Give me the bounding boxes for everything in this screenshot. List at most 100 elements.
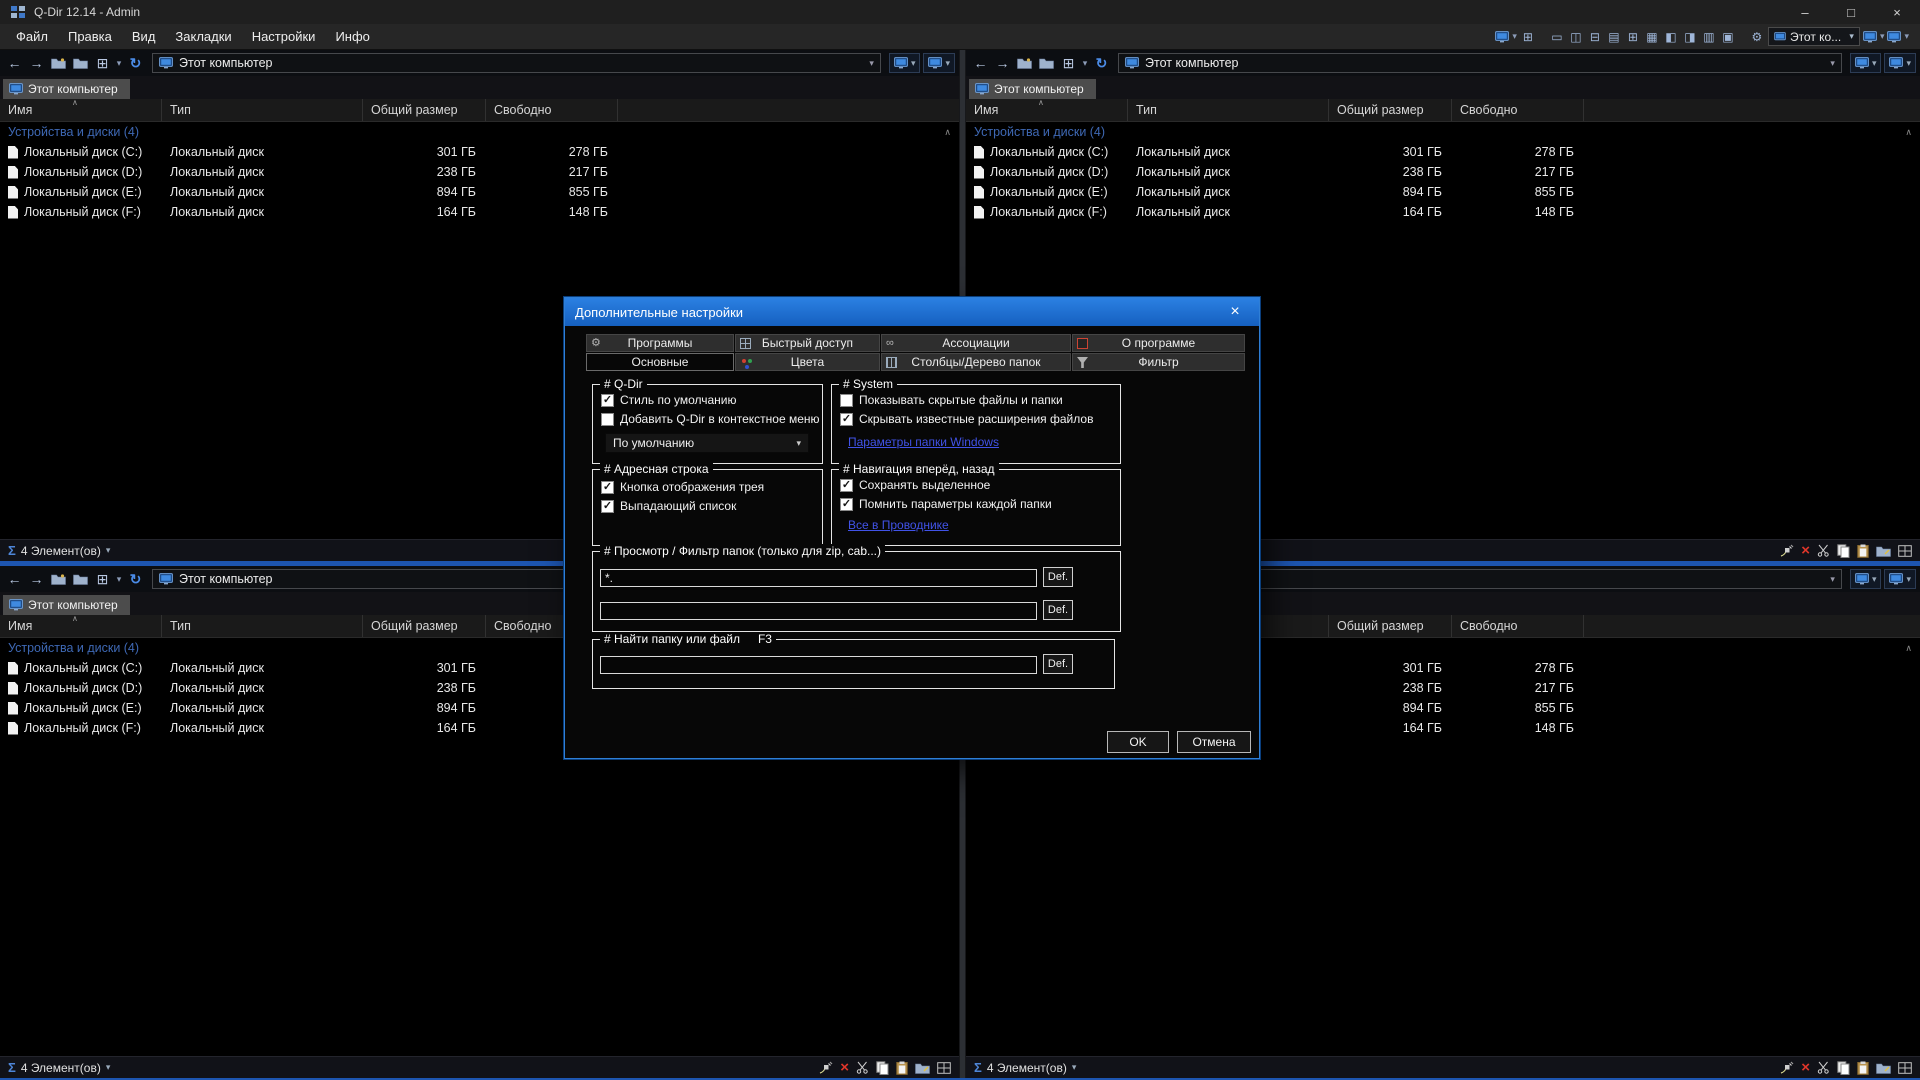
sum-icon[interactable]: Σ <box>8 1060 16 1075</box>
tab-colors[interactable]: Цвета <box>735 353 880 371</box>
favorites-folder-icon[interactable] <box>48 569 69 589</box>
copy-icon[interactable] <box>1837 544 1850 558</box>
address-dropdown-icon[interactable]: ▾ <box>1830 574 1835 585</box>
column-header-size[interactable]: Общий размер <box>363 99 486 121</box>
column-header-type[interactable]: Тип <box>1128 99 1329 121</box>
column-header-size[interactable]: Общий размер <box>363 615 486 637</box>
minimize-button[interactable]: – <box>1782 0 1828 24</box>
copy-icon[interactable] <box>876 1061 889 1075</box>
checkbox-checked-icon[interactable]: ✓ <box>840 498 853 511</box>
layout-grid-icon[interactable] <box>1898 1062 1912 1074</box>
drive-row[interactable]: Локальный диск (C:) Локальный диск 301 Г… <box>0 142 959 162</box>
layout-grid-icon[interactable] <box>937 1062 951 1074</box>
tab-filter[interactable]: Фильтр <box>1072 353 1245 371</box>
cut-icon[interactable] <box>856 1061 869 1074</box>
paste-icon[interactable] <box>1857 544 1869 558</box>
pane-view-button[interactable]: ▾ <box>1850 569 1882 589</box>
tab-programs[interactable]: ⚙Программы <box>586 334 734 352</box>
find-input[interactable] <box>600 656 1037 674</box>
checkbox-unchecked-icon[interactable] <box>840 394 853 407</box>
checkbox-remember-folder-params[interactable]: ✓ Помнить параметры каждой папки <box>840 497 1052 511</box>
refresh-icon[interactable]: ↻ <box>1091 53 1112 73</box>
chevron-down-icon[interactable]: ▾ <box>945 58 950 69</box>
address-bar[interactable]: Этот компьютер ▾ <box>152 53 881 73</box>
column-header-size[interactable]: Общий размер <box>1329 99 1452 121</box>
chevron-down-icon[interactable]: ▾ <box>1880 31 1885 42</box>
group-header-devices[interactable]: Устройства и диски (4) ∧ <box>966 122 1920 142</box>
drive-row[interactable]: Локальный диск (D:) Локальный диск 238 Г… <box>0 162 959 182</box>
menu-file[interactable]: Файл <box>6 26 58 47</box>
drive-row[interactable]: Локальный диск (D:) Локальный диск 238 Г… <box>966 162 1920 182</box>
chevron-down-icon[interactable]: ▾ <box>1849 31 1854 42</box>
cancel-button[interactable]: Отмена <box>1177 731 1251 753</box>
layout-rows-icon[interactable]: ▤ <box>1606 31 1622 43</box>
back-icon[interactable]: ← <box>4 53 25 73</box>
drive-row[interactable]: Локальный диск (C:) Локальный диск 301 Г… <box>966 142 1920 162</box>
checkbox-checked-icon[interactable]: ✓ <box>840 479 853 492</box>
address-dropdown-icon[interactable]: ▾ <box>869 58 874 69</box>
checkbox-default-style[interactable]: ✓ Стиль по умолчанию <box>601 393 736 407</box>
tab-this-computer[interactable]: Этот компьютер <box>969 79 1096 99</box>
folder-view-combo[interactable]: Этот ко... ▾ <box>1768 27 1860 46</box>
column-header-name[interactable]: Имя∧ <box>966 99 1128 121</box>
paste-icon[interactable] <box>1857 1061 1869 1075</box>
explorer-link[interactable]: Все в Проводнике <box>848 518 949 532</box>
delete-icon[interactable]: × <box>1801 543 1810 558</box>
status-dropdown-icon[interactable]: ▾ <box>106 545 111 556</box>
back-icon[interactable]: ← <box>970 53 991 73</box>
layout-grid-icon[interactable]: ▦ <box>1644 31 1660 43</box>
sum-icon[interactable]: Σ <box>8 543 16 558</box>
menu-info[interactable]: Инфо <box>325 26 379 47</box>
layout-quad-icon[interactable]: ⊞ <box>1625 31 1641 43</box>
ok-button[interactable]: OK <box>1107 731 1169 753</box>
tab-associations[interactable]: ∞Ассоциации <box>881 334 1071 352</box>
menu-settings[interactable]: Настройки <box>242 26 326 47</box>
chevron-down-icon[interactable]: ▾ <box>1906 574 1911 585</box>
drive-row[interactable]: Локальный диск (F:) Локальный диск 164 Г… <box>966 202 1920 222</box>
view-mode-icon[interactable]: ⊞ <box>92 53 113 73</box>
back-icon[interactable]: ← <box>4 569 25 589</box>
status-dropdown-icon[interactable]: ▾ <box>1072 1062 1077 1073</box>
checkbox-checked-icon[interactable]: ✓ <box>840 413 853 426</box>
pane-layout-button[interactable]: ▾ <box>1884 569 1916 589</box>
column-header-free[interactable]: Свободно <box>486 99 618 121</box>
layout-left-split-icon[interactable]: ◧ <box>1663 31 1679 43</box>
desktop-two-icon[interactable] <box>1887 31 1901 43</box>
tab-columns-tree[interactable]: Столбцы/Дерево папок <box>881 353 1071 371</box>
pane-view-button[interactable]: ▾ <box>1850 53 1882 73</box>
menu-bookmarks[interactable]: Закладки <box>165 26 241 47</box>
folder-icon[interactable] <box>70 53 91 73</box>
status-dropdown-icon[interactable]: ▾ <box>106 1062 111 1073</box>
folder-icon[interactable] <box>1036 53 1057 73</box>
address-dropdown-icon[interactable]: ▾ <box>1830 58 1835 69</box>
tools-icon[interactable] <box>1780 1061 1794 1074</box>
favorites-folder-icon[interactable] <box>1014 53 1035 73</box>
delete-icon[interactable]: × <box>840 1060 849 1075</box>
filter-input-1[interactable] <box>600 569 1037 587</box>
collapse-group-icon[interactable]: ∧ <box>1905 127 1912 138</box>
copy-icon[interactable] <box>1837 1061 1850 1075</box>
computer-menu-icon[interactable] <box>1495 31 1509 43</box>
folder-options-link[interactable]: Параметры папки Windows <box>848 435 999 449</box>
sum-icon[interactable]: Σ <box>974 1060 982 1075</box>
view-mode-icon[interactable]: ⊞ <box>1058 53 1079 73</box>
collapse-group-icon[interactable]: ∧ <box>1905 643 1912 654</box>
chevron-down-icon[interactable]: ▾ <box>1904 31 1909 42</box>
drive-row[interactable]: Локальный диск (E:) Локальный диск 894 Г… <box>0 182 959 202</box>
tab-this-computer[interactable]: Этот компьютер <box>3 595 130 615</box>
tab-this-computer[interactable]: Этот компьютер <box>3 79 130 99</box>
desktop-one-icon[interactable] <box>1863 31 1877 43</box>
column-header-name[interactable]: Имя∧ <box>0 615 162 637</box>
folder-icon[interactable] <box>70 569 91 589</box>
chevron-down-icon[interactable]: ▾ <box>1906 58 1911 69</box>
filter-default-button-2[interactable]: Def. <box>1043 600 1073 620</box>
checkbox-hide-extensions[interactable]: ✓ Скрывать известные расширения файлов <box>840 412 1093 426</box>
menu-edit[interactable]: Правка <box>58 26 122 47</box>
tools-icon[interactable] <box>819 1061 833 1074</box>
drive-row[interactable]: Локальный диск (E:) Локальный диск 894 Г… <box>966 182 1920 202</box>
address-bar[interactable]: Этот компьютер ▾ <box>1118 53 1842 73</box>
tab-basic[interactable]: Основные <box>586 353 734 371</box>
maximize-button[interactable]: □ <box>1828 0 1874 24</box>
pane-layout-button[interactable]: ▾ <box>923 53 955 73</box>
drive-row[interactable]: Локальный диск (F:) Локальный диск 164 Г… <box>0 202 959 222</box>
